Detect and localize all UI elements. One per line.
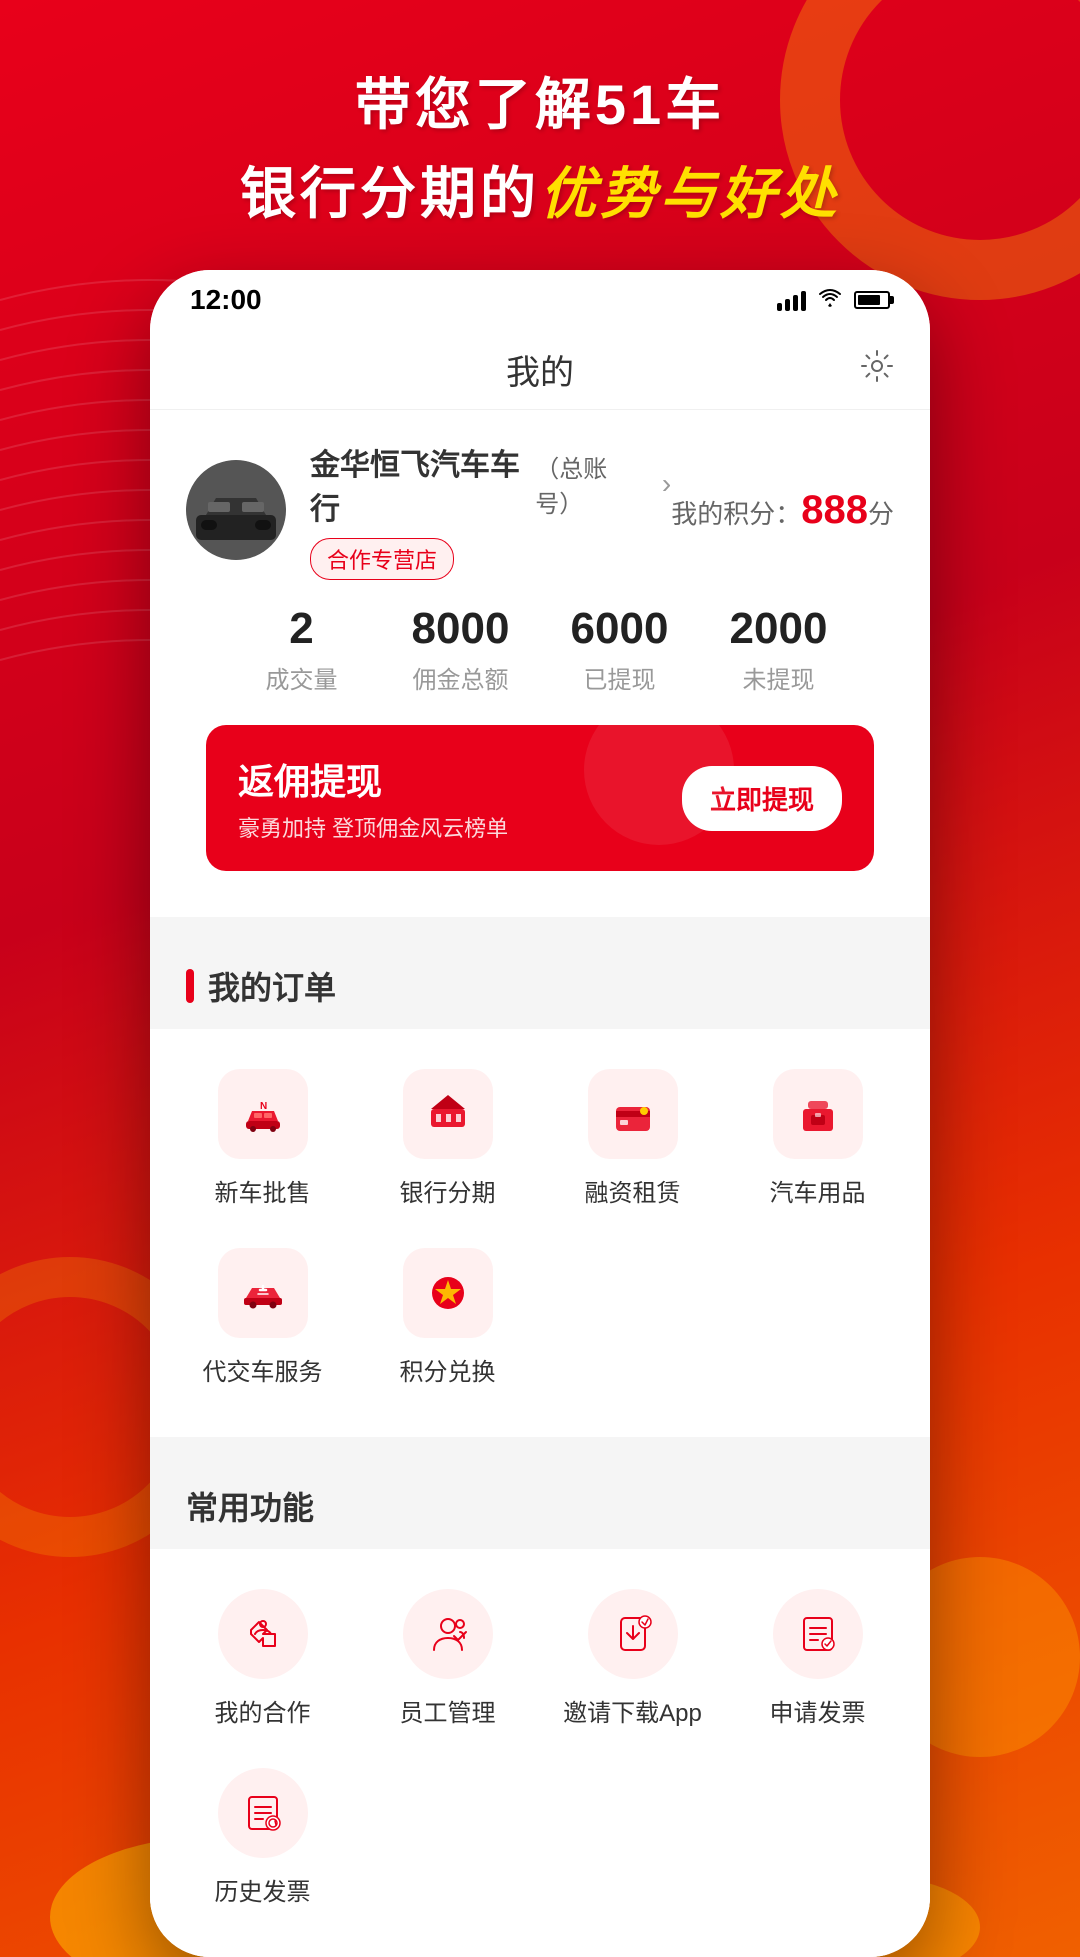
avatar xyxy=(186,460,286,560)
functions-row-2: 历史发票 xyxy=(170,1748,910,1927)
stat-commission-value: 8000 xyxy=(381,604,540,654)
top-nav: 我的 xyxy=(150,330,930,410)
phone-frame: 12:00 我的 xyxy=(150,270,930,1957)
profile-name-row: 金华恒飞汽车车行 （总账号） › xyxy=(310,440,671,528)
order-item-products[interactable]: 汽车用品 xyxy=(725,1049,910,1228)
cashback-title: 返佣提现 xyxy=(238,753,508,805)
func-label-invoice: 申请发票 xyxy=(770,1693,866,1728)
stat-pending-label: 未提现 xyxy=(699,660,858,695)
stat-pending: 2000 未提现 xyxy=(699,604,858,695)
header-banner: 带您了解51车 银行分期的优势与好处 xyxy=(0,0,1080,270)
battery-icon xyxy=(854,291,890,309)
points-value: 888 xyxy=(801,488,868,532)
status-time: 12:00 xyxy=(190,284,262,316)
order-label-bank: 银行分期 xyxy=(400,1173,496,1208)
status-bar: 12:00 xyxy=(150,270,930,330)
order-label-products: 汽车用品 xyxy=(770,1173,866,1208)
func-label-employee: 员工管理 xyxy=(400,1693,496,1728)
functions-section-header: 常用功能 xyxy=(150,1453,930,1549)
order-label-delivery: 代交车服务 xyxy=(203,1352,323,1387)
order-item-delivery[interactable]: 代交车服务 xyxy=(170,1228,355,1407)
invoice-icon-wrap xyxy=(773,1589,863,1679)
profile-info: 金华恒飞汽车车行 （总账号） › 合作专营店 xyxy=(310,440,671,580)
svg-text:N: N xyxy=(260,1101,267,1112)
points-label: 我的积分： xyxy=(671,499,801,529)
functions-section: 常用功能 我的合作 xyxy=(150,1453,930,1957)
stats-row: 2 成交量 8000 佣金总额 6000 已提现 2000 未提现 xyxy=(186,604,894,725)
header-line2-highlight: 优势与好处 xyxy=(540,162,840,225)
functions-row-1: 我的合作 员工管理 xyxy=(170,1569,910,1748)
new-car-icon-wrap: N xyxy=(218,1069,308,1159)
func-label-invite: 邀请下载App xyxy=(563,1693,702,1728)
stat-commission-label: 佣金总额 xyxy=(381,660,540,695)
employee-icon-wrap xyxy=(403,1589,493,1679)
points-unit: 分 xyxy=(868,499,894,529)
profile-badge-row: 合作专营店 xyxy=(310,538,671,580)
func-item-history-invoice[interactable]: 历史发票 xyxy=(170,1748,355,1927)
header-line2: 银行分期的优势与好处 xyxy=(0,149,1080,230)
settings-button[interactable] xyxy=(860,349,894,391)
func-item-employee[interactable]: 员工管理 xyxy=(355,1569,540,1748)
stat-withdrawn-value: 6000 xyxy=(540,604,699,654)
func-item-invoice[interactable]: 申请发票 xyxy=(725,1569,910,1748)
cashback-left: 返佣提现 豪勇加持 登顶佣金风云榜单 xyxy=(238,753,508,843)
main-content: 金华恒飞汽车车行 （总账号） › 合作专营店 我的积分：888分 2 xyxy=(150,410,930,1957)
func-label-cooperation: 我的合作 xyxy=(215,1693,311,1728)
func-label-history-invoice: 历史发票 xyxy=(215,1872,311,1907)
profile-card: 金华恒飞汽车车行 （总账号） › 合作专营店 我的积分：888分 2 xyxy=(150,410,930,917)
stat-pending-value: 2000 xyxy=(699,604,858,654)
order-item-points[interactable]: 积分兑换 xyxy=(355,1228,540,1407)
order-item-new-car[interactable]: N 新车批售 xyxy=(170,1049,355,1228)
func-item-cooperation[interactable]: 我的合作 xyxy=(170,1569,355,1748)
status-icons xyxy=(777,287,890,313)
profile-arrow-icon[interactable]: › xyxy=(662,468,671,500)
history-invoice-icon-wrap xyxy=(218,1768,308,1858)
stat-transactions-value: 2 xyxy=(222,604,381,654)
delivery-icon-wrap xyxy=(218,1248,308,1338)
wifi-icon xyxy=(818,287,842,313)
bank-icon-wrap xyxy=(403,1069,493,1159)
stat-commission-total: 8000 佣金总额 xyxy=(381,604,540,695)
stat-transactions-label: 成交量 xyxy=(222,660,381,695)
stat-withdrawn: 6000 已提现 xyxy=(540,604,699,695)
order-label-points: 积分兑换 xyxy=(400,1352,496,1387)
functions-section-title: 常用功能 xyxy=(186,1483,314,1529)
invite-icon-wrap xyxy=(588,1589,678,1679)
functions-grid: 我的合作 员工管理 xyxy=(150,1549,930,1957)
finance-icon-wrap xyxy=(588,1069,678,1159)
profile-top: 金华恒飞汽车车行 （总账号） › 合作专营店 我的积分：888分 xyxy=(186,440,894,580)
partner-badge: 合作专营店 xyxy=(310,538,454,580)
cashback-banner[interactable]: 返佣提现 豪勇加持 登顶佣金风云榜单 立即提现 xyxy=(206,725,874,871)
profile-account-type: （总账号） xyxy=(535,449,642,519)
orders-section-title: 我的订单 xyxy=(208,963,336,1009)
points-icon-wrap xyxy=(403,1248,493,1338)
orders-section: 我的订单 xyxy=(150,933,930,1437)
cooperation-icon-wrap xyxy=(218,1589,308,1679)
stat-transactions: 2 成交量 xyxy=(222,604,381,695)
cashback-button[interactable]: 立即提现 xyxy=(682,766,842,831)
cashback-subtitle: 豪勇加持 登顶佣金风云榜单 xyxy=(238,811,508,843)
stat-withdrawn-label: 已提现 xyxy=(540,660,699,695)
order-item-finance[interactable]: 融资租赁 xyxy=(540,1049,725,1228)
orders-row-2: 代交车服务 积分兑换 xyxy=(170,1228,910,1407)
nav-title: 我的 xyxy=(506,345,574,394)
orders-section-header: 我的订单 xyxy=(150,933,930,1029)
order-item-bank[interactable]: 银行分期 xyxy=(355,1049,540,1228)
profile-points: 我的积分：888分 xyxy=(671,488,894,533)
order-label-finance: 融资租赁 xyxy=(585,1173,681,1208)
header-line1: 带您了解51车 xyxy=(0,60,1080,141)
orders-grid: N 新车批售 xyxy=(150,1029,930,1437)
order-label-new-car: 新车批售 xyxy=(215,1173,311,1208)
header-line2-normal: 银行分期的 xyxy=(240,162,540,225)
signal-icon xyxy=(777,289,806,311)
func-item-invite[interactable]: 邀请下载App xyxy=(540,1569,725,1748)
orders-row-1: N 新车批售 xyxy=(170,1049,910,1228)
profile-name: 金华恒飞汽车车行 xyxy=(310,440,523,528)
products-icon-wrap xyxy=(773,1069,863,1159)
section-indicator xyxy=(186,969,194,1003)
